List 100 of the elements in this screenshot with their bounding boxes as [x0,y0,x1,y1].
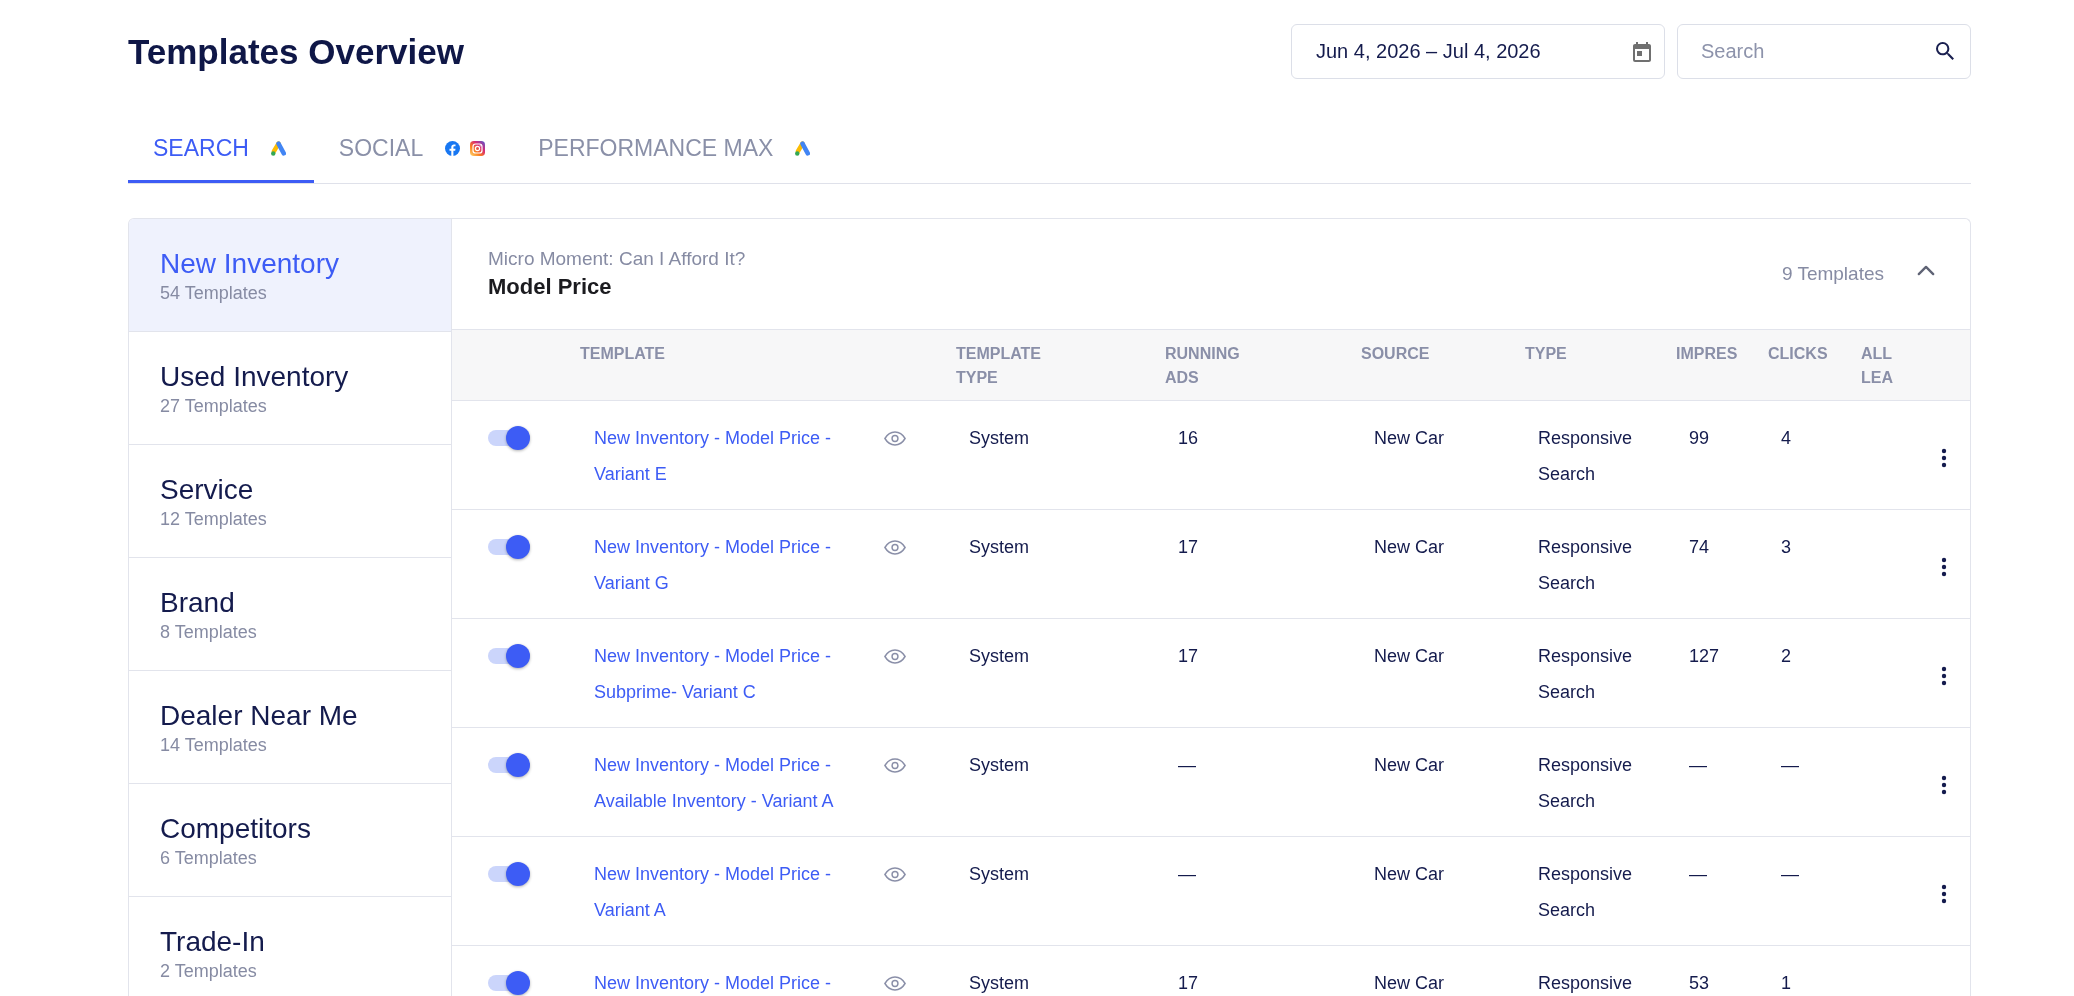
toggle-switch[interactable] [488,535,530,559]
column-header: SOURCE [1361,344,1430,364]
clicks-count: 1 [1781,972,1791,995]
kebab-menu-icon[interactable] [1941,557,1947,577]
sidebar-item[interactable]: New Inventory 54 Templates [129,219,451,332]
chevron-up-icon[interactable] [1917,264,1935,276]
impressions-count: — [1689,754,1707,777]
column-header: TEMPLATE [580,344,666,364]
toggle-switch[interactable] [488,862,530,886]
impressions-count: — [1689,863,1707,886]
template-count: 14 Templates [160,734,267,757]
camera-icon [470,140,486,156]
running-ads-count: — [1178,863,1196,886]
column-header: TEMPLATE TYPE [956,344,1043,388]
template-count: 8 Templates [160,621,257,644]
sidebar-item[interactable]: Service 12 Templates [129,445,451,558]
template-count: 12 Templates [160,508,267,531]
template-count: 54 Templates [160,282,267,305]
template-count: 2 Templates [160,960,257,983]
calendar-icon [1633,41,1651,62]
eye-icon[interactable] [884,540,906,555]
clicks-count: 3 [1781,536,1791,559]
column-header: ALL LEA [1861,344,1894,388]
ad-type: Responsive Search [1538,427,1634,486]
template-link[interactable]: New Inventory - Model Price - Subprime- Variant C [594,638,856,710]
category-name: Trade-In [160,925,265,959]
kebab-menu-icon[interactable] [1941,775,1947,795]
page-title: Templates Overview [128,30,464,73]
toggle-switch[interactable] [488,753,530,777]
eye-icon[interactable] [884,431,906,446]
sidebar-item[interactable]: Dealer Near Me 14 Templates [129,671,451,784]
category-name: Competitors [160,812,311,846]
source-name: New Car [1374,427,1444,450]
template-type: System [969,972,1029,995]
column-header: TYPE [1525,344,1567,364]
impressions-count: 74 [1689,536,1710,559]
clicks-count: — [1781,754,1799,777]
eye-icon[interactable] [884,649,906,664]
micro-moment-label: Micro Moment: Can I Afford It? [488,247,746,271]
template-type: System [969,863,1029,886]
eye-icon[interactable] [884,867,906,882]
search-field[interactable]: Search [1677,24,1971,79]
category-name: New Inventory [160,247,339,281]
template-link[interactable]: New Inventory - Model Price - Variant E [594,420,856,492]
template-type: System [969,645,1029,668]
tab[interactable]: PERFORMANCE MAX [513,116,839,183]
template-link[interactable]: New Inventory - Model Price - Variant G [594,529,856,601]
clicks-count: — [1781,863,1799,886]
template-count: 27 Templates [160,395,267,418]
ad-type: Responsive [1538,972,1633,995]
f-circle-icon [445,140,461,156]
template-count: 6 Templates [160,847,257,870]
impressions-count: 53 [1689,972,1710,995]
kebab-menu-icon[interactable] [1941,448,1947,468]
toggle-switch[interactable] [488,426,530,450]
kebab-menu-icon[interactable] [1941,884,1947,904]
kebab-menu-icon[interactable] [1941,666,1947,686]
column-header: IMPRES [1676,344,1738,364]
template-link[interactable]: New Inventory - Model Price - Available Inventory - Variant A [594,747,856,819]
eye-icon[interactable] [884,976,906,991]
sidebar-item[interactable]: Trade-In 2 Templates [129,897,451,996]
source-name: New Car [1374,972,1444,995]
template-link[interactable]: New Inventory - Model Price - Variant A [594,856,856,928]
running-ads-count: 17 [1178,645,1199,668]
impressions-count: 99 [1689,427,1710,450]
ad-type: Responsive Search [1538,536,1634,595]
running-ads-count: 16 [1178,427,1199,450]
sidebar-item[interactable]: Brand 8 Templates [129,558,451,671]
running-ads-count: 17 [1178,972,1199,995]
triangle-logo-icon [795,140,811,156]
toggle-switch[interactable] [488,644,530,668]
column-header: CLICKS [1768,344,1828,364]
ad-type: Responsive Search [1538,645,1634,704]
template-link[interactable]: New Inventory - Model Price - [594,965,856,996]
category-name: Brand [160,586,235,620]
clicks-count: 2 [1781,645,1791,668]
source-name: New Car [1374,863,1444,886]
sidebar-item[interactable]: Competitors 6 Templates [129,784,451,897]
clicks-count: 4 [1781,427,1791,450]
search-icon[interactable] [1936,42,1954,60]
running-ads-count: 17 [1178,536,1199,559]
impressions-count: 127 [1689,645,1720,668]
tab[interactable]: SOCIAL [313,116,514,183]
tab[interactable]: SEARCH [128,116,314,183]
source-name: New Car [1374,536,1444,559]
template-count: 9 Templates [1781,263,1884,285]
source-name: New Car [1374,645,1444,668]
date-range-field[interactable]: Jun 4, 2026 – Jul 4, 2026 [1291,24,1665,79]
eye-icon[interactable] [884,758,906,773]
template-type: System [969,754,1029,777]
ad-type: Responsive Search [1538,863,1634,922]
triangle-logo-icon [270,140,286,156]
category-name: Dealer Near Me [160,699,358,733]
sidebar-item[interactable]: Used Inventory 27 Templates [129,332,451,445]
template-type: System [969,536,1029,559]
running-ads-count: — [1178,754,1196,777]
ad-type: Responsive Search [1538,754,1634,813]
category-name: Used Inventory [160,360,349,394]
group-title: Model Price [488,273,612,301]
toggle-switch[interactable] [488,971,530,995]
